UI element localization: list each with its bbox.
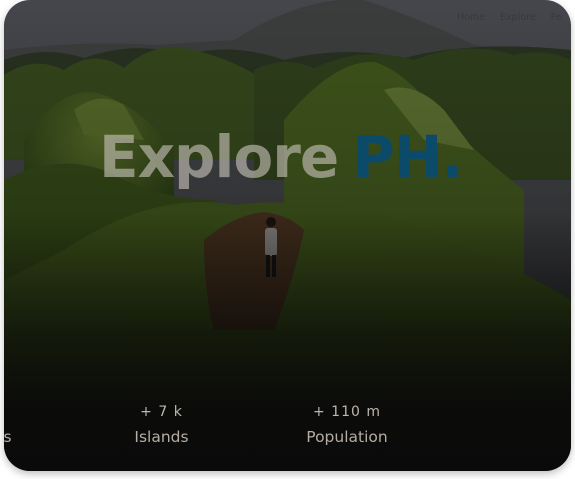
stat-label: es <box>4 428 12 446</box>
hero-landscape-image <box>4 0 571 471</box>
nav-link-home[interactable]: Home <box>457 12 485 23</box>
stat-label: Islands <box>134 428 189 446</box>
hero-title: Explore PH. <box>99 128 463 186</box>
nav-link-truncated[interactable]: Fe <box>551 12 562 23</box>
hero-title-ph: PH. <box>352 123 463 191</box>
stat-value: + 110 m <box>313 404 381 420</box>
stat-label: Population <box>306 428 388 446</box>
stat-partial: es <box>4 428 12 446</box>
stat-population: + 110 m Population <box>287 404 407 446</box>
hero-card: Home Explore Fe ExplorePH. es + 7 k Isla… <box>4 0 571 471</box>
stat-islands: + 7 k Islands <box>114 404 209 446</box>
top-nav: Home Explore Fe <box>457 12 562 23</box>
nav-link-explore[interactable]: Explore <box>500 12 536 23</box>
stat-value: + 7 k <box>140 404 183 420</box>
hero-title-explore: Explore <box>99 123 339 191</box>
